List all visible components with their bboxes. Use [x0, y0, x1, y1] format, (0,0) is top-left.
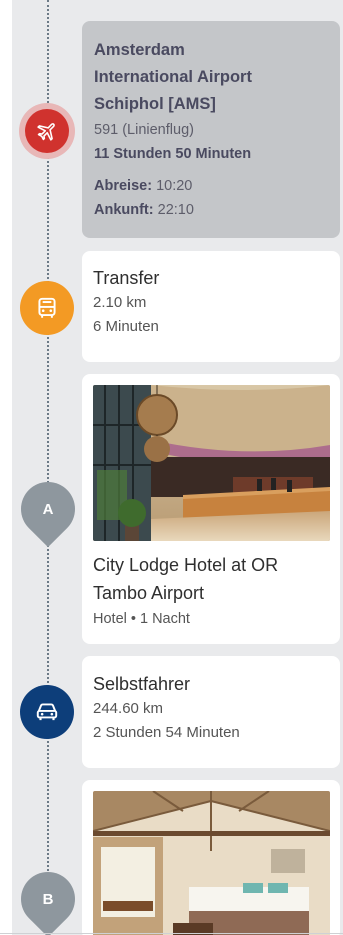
car-icon: [36, 703, 58, 721]
arrival-time: 22:10: [157, 202, 194, 218]
itinerary-timeline: Amsterdam International Airport Schiphol…: [0, 0, 343, 935]
location-pin-b: B: [9, 860, 87, 935]
transfer-duration: 6 Minuten: [93, 318, 159, 335]
selfdrive-duration: 2 Stunden 54 Minuten: [93, 724, 240, 741]
arrival-row: Ankunft: 22:10: [94, 198, 328, 222]
hotel-card-b[interactable]: [82, 780, 340, 935]
hotel-room-image[interactable]: [93, 791, 330, 935]
hotel-card-a[interactable]: City Lodge Hotel at OR Tambo Airport Hot…: [82, 374, 340, 644]
departure-time: 10:20: [156, 178, 193, 194]
flight-airport-line-3: Schiphol [AMS]: [94, 95, 216, 113]
transfer-distance: 2.10 km: [93, 294, 147, 311]
departure-label: Abreise:: [94, 178, 153, 194]
transfer-title: Transfer: [93, 268, 160, 288]
hotel-a-details: Hotel • 1 Nacht: [93, 611, 190, 627]
hotel-lobby-image[interactable]: [93, 385, 330, 541]
arrival-label: Ankunft:: [94, 202, 154, 218]
flight-card[interactable]: Amsterdam International Airport Schiphol…: [82, 21, 340, 238]
flight-airport-line-2: International Airport: [94, 68, 252, 86]
transfer-card[interactable]: Transfer 2.10 km 6 Minuten: [82, 251, 340, 362]
airplane-icon: [37, 123, 55, 141]
flight-marker: [19, 103, 75, 159]
page-edge: [0, 0, 12, 935]
selfdrive-distance: 244.60 km: [93, 700, 164, 717]
selfdrive-card[interactable]: Selbstfahrer 244.60 km 2 Stunden 54 Minu…: [82, 656, 340, 768]
bottom-divider: [0, 933, 343, 934]
hotel-room-picture: [93, 791, 330, 935]
hotel-a-name-line-2: Tambo Airport: [93, 583, 205, 603]
flight-airport-line-1: Amsterdam: [94, 41, 185, 59]
selfdrive-marker: [20, 685, 74, 739]
pin-b-letter: B: [42, 890, 54, 908]
flight-duration: 11 Stunden 50 Minuten: [94, 146, 252, 162]
departure-row: Abreise: 10:20: [94, 174, 328, 198]
flight-number: 591 (Linienflug): [94, 122, 194, 138]
selfdrive-title: Selbstfahrer: [93, 674, 191, 694]
transfer-marker: [20, 281, 74, 335]
pin-a-letter: A: [42, 500, 54, 518]
hotel-a-name-line-1: City Lodge Hotel at OR: [93, 555, 279, 575]
bus-icon: [38, 297, 56, 318]
location-pin-a: A: [9, 470, 87, 548]
hotel-lobby-picture: [93, 385, 330, 541]
